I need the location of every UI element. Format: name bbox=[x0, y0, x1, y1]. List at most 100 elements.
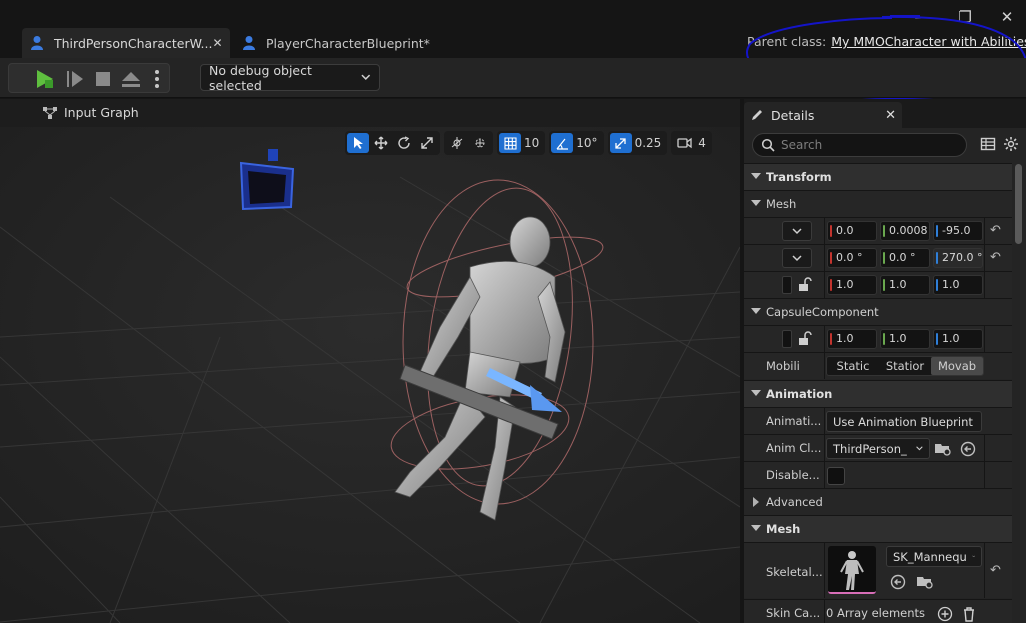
anim-class-dropdown[interactable]: ThirdPerson_ bbox=[826, 438, 930, 459]
details-panel: Details ✕ Transform Mesh 0.0 0.0008 -95.… bbox=[744, 99, 1026, 623]
input-graph-tab[interactable]: Input Graph bbox=[42, 105, 139, 120]
scale-snap-icon[interactable] bbox=[609, 133, 632, 153]
category-label: Transform bbox=[766, 170, 832, 184]
category-mesh[interactable]: Mesh bbox=[744, 515, 1012, 542]
use-selected-icon[interactable] bbox=[890, 574, 906, 590]
browse-folder-icon[interactable] bbox=[934, 441, 952, 457]
more-options-icon[interactable] bbox=[145, 67, 169, 91]
add-element-icon[interactable] bbox=[937, 606, 953, 622]
details-scrollbar[interactable] bbox=[1015, 164, 1022, 244]
debug-object-dropdown[interactable]: No debug object selected bbox=[200, 63, 380, 93]
section-advanced[interactable]: Advanced bbox=[744, 488, 1012, 515]
reset-icon[interactable]: ↶ bbox=[990, 250, 1001, 265]
reset-icon[interactable]: ↶ bbox=[990, 563, 1001, 578]
mobility-row: Mobili Static Statior Movab bbox=[744, 352, 1012, 379]
table-view-icon[interactable] bbox=[980, 136, 996, 152]
scale-z-field[interactable]: 1.0 bbox=[933, 275, 983, 295]
step-icon[interactable] bbox=[63, 67, 87, 91]
category-transform[interactable]: Transform bbox=[744, 163, 1012, 190]
rotation-snap-group: 10° bbox=[549, 131, 604, 155]
anim-class-value: ThirdPerson_ bbox=[833, 441, 907, 456]
tab-thirdpersoncharacter[interactable]: ThirdPersonCharacterW... ✕ bbox=[22, 28, 230, 58]
scale-x-field[interactable]: 1.0 bbox=[827, 275, 877, 295]
array-count: 0 Array elements bbox=[826, 606, 926, 620]
animation-mode-dropdown[interactable]: Use Animation Blueprint bbox=[826, 411, 982, 432]
scale-mode-toggle[interactable] bbox=[782, 276, 792, 294]
gear-icon[interactable] bbox=[1003, 136, 1019, 152]
minimize-icon[interactable]: — bbox=[912, 8, 932, 28]
mobility-label: Mobili bbox=[766, 359, 800, 373]
parent-class-link[interactable]: My MMOCharacter with Abilities bbox=[831, 34, 1026, 49]
surface-snap-icon[interactable] bbox=[469, 133, 491, 153]
collapse-arrow-icon bbox=[751, 308, 761, 314]
chevron-down-icon bbox=[792, 227, 802, 234]
details-close-icon[interactable]: ✕ bbox=[885, 108, 896, 123]
mobility-movable-option[interactable]: Movab bbox=[931, 357, 983, 375]
animation-mode-value: Use Animation Blueprint bbox=[833, 414, 973, 429]
capsule-scale-z-field[interactable]: 1.0 bbox=[933, 329, 983, 349]
blueprint-character-icon bbox=[31, 36, 43, 50]
close-window-icon[interactable]: ✕ bbox=[997, 8, 1017, 28]
mobility-stationary-option[interactable]: Statior bbox=[879, 357, 931, 375]
details-title: Details bbox=[771, 107, 815, 123]
scale-y-field[interactable]: 1.0 bbox=[880, 275, 930, 295]
browse-folder-icon[interactable] bbox=[916, 574, 934, 590]
graph-icon bbox=[43, 106, 57, 119]
viewport-header: Input Graph bbox=[0, 99, 740, 127]
reset-icon[interactable]: ↶ bbox=[990, 223, 1001, 238]
tab-playercharacterblueprint[interactable]: PlayerCharacterBlueprint* bbox=[234, 28, 434, 58]
location-z-field[interactable]: -95.0 bbox=[933, 221, 983, 241]
mobility-static-option[interactable]: Static bbox=[827, 357, 879, 375]
location-x-field[interactable]: 0.0 bbox=[827, 221, 877, 241]
rotate-tool-icon[interactable] bbox=[393, 133, 415, 153]
rotation-z-field[interactable]: 270.0 ° bbox=[933, 248, 983, 268]
search-icon bbox=[761, 138, 775, 152]
rotation-snap-icon[interactable] bbox=[551, 133, 574, 153]
grid-snap-value[interactable]: 10 bbox=[522, 136, 543, 150]
world-space-icon[interactable] bbox=[446, 133, 468, 153]
use-selected-icon[interactable] bbox=[960, 441, 976, 457]
category-animation[interactable]: Animation bbox=[744, 380, 1012, 407]
search-input[interactable] bbox=[781, 138, 951, 152]
category-label: Animation bbox=[766, 387, 833, 401]
capsule-scale-x-field[interactable]: 1.0 bbox=[827, 329, 877, 349]
collapse-arrow-icon bbox=[751, 525, 761, 531]
stop-icon[interactable] bbox=[91, 67, 115, 91]
trash-icon[interactable] bbox=[962, 606, 976, 622]
location-y-field[interactable]: 0.0008 bbox=[880, 221, 930, 241]
restore-icon[interactable]: ❐ bbox=[955, 8, 975, 28]
rotation-mode-dropdown[interactable] bbox=[782, 248, 812, 268]
camera-speed-icon[interactable] bbox=[673, 133, 695, 153]
eject-icon[interactable] bbox=[119, 67, 143, 91]
rotation-snap-value[interactable]: 10° bbox=[574, 136, 601, 150]
section-mesh-transform[interactable]: Mesh bbox=[744, 190, 1012, 217]
move-tool-icon[interactable] bbox=[370, 133, 392, 153]
section-capsule-component[interactable]: CapsuleComponent bbox=[744, 298, 1012, 325]
capsule-scale-y-field[interactable]: 1.0 bbox=[880, 329, 930, 349]
play-icon[interactable] bbox=[33, 67, 57, 91]
select-tool-icon[interactable] bbox=[347, 133, 369, 153]
location-mode-dropdown[interactable] bbox=[782, 221, 812, 241]
scale-tool-icon[interactable] bbox=[416, 133, 438, 153]
details-tab[interactable]: Details ✕ bbox=[744, 102, 902, 128]
scale-mode-toggle[interactable] bbox=[782, 330, 792, 348]
tab-close-icon[interactable]: ✕ bbox=[212, 36, 222, 50]
scale-snap-value[interactable]: 0.25 bbox=[633, 136, 666, 150]
rotation-y-field[interactable]: 0.0 ° bbox=[880, 248, 930, 268]
unlock-icon[interactable] bbox=[796, 276, 812, 292]
unlock-icon[interactable] bbox=[796, 330, 812, 346]
grid-snap-icon[interactable] bbox=[499, 133, 521, 153]
skeletal-mesh-dropdown[interactable]: SK_Mannequ bbox=[886, 546, 982, 567]
skeletal-mesh-thumbnail[interactable] bbox=[828, 546, 876, 594]
collapse-arrow-icon bbox=[751, 200, 761, 206]
disable-checkbox[interactable] bbox=[827, 467, 845, 485]
rotation-x-field[interactable]: 0.0 ° bbox=[827, 248, 877, 268]
camera-speed-value[interactable]: 4 bbox=[696, 136, 710, 150]
viewport-scene bbox=[0, 127, 740, 623]
mobility-selector: Static Statior Movab bbox=[826, 356, 984, 376]
scale-snap-group: 0.25 bbox=[607, 131, 668, 155]
animation-mode-label: Animati... bbox=[766, 414, 822, 428]
details-body: Transform Mesh 0.0 0.0008 -95.0 ↶ 0.0 ° … bbox=[744, 128, 1026, 623]
tab-label: PlayerCharacterBlueprint* bbox=[266, 35, 430, 51]
viewport[interactable]: 10 10° 0.25 4 bbox=[0, 127, 740, 623]
